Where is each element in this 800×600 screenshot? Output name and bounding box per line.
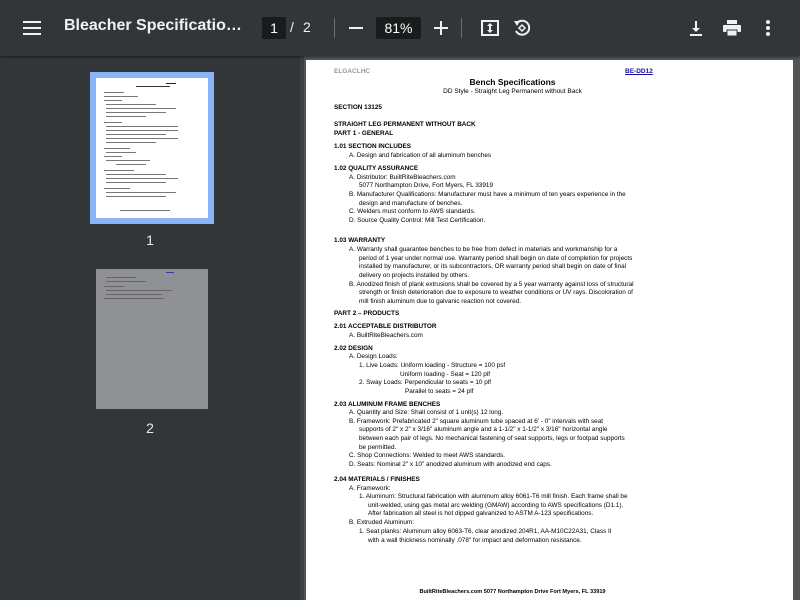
thumb-text-line [104, 122, 122, 123]
thumb-text-line [104, 286, 124, 287]
zoom-out-icon[interactable] [340, 12, 372, 44]
thumb-text-line [104, 92, 124, 93]
page-subtitle: DD Style - Straight Leg Permanent withou… [443, 88, 582, 95]
page-thumbnail-2[interactable] [96, 269, 208, 409]
toolbar-divider [334, 18, 335, 38]
body-text-line: 2. Sway Loads: Perpendicular to seats = … [359, 379, 491, 386]
thumb-text-line [104, 188, 130, 189]
thumb-text-line [104, 156, 122, 157]
thumb-text-line [106, 174, 166, 175]
body-text-line: A. Design Loads: [349, 353, 398, 360]
body-text-line: mill finish aluminum due to galvanic rea… [359, 298, 521, 305]
body-text-line: After fabrication all steel is hot dippe… [368, 510, 594, 517]
body-text-line: installed by manufacturer, or its subcon… [359, 263, 627, 270]
thumb-text-line [166, 272, 174, 273]
thumb-text-line [104, 96, 138, 97]
body-text-line: strength or finish deterioration due to … [359, 289, 633, 296]
thumb-text-line [106, 112, 166, 113]
thumb-text-line [106, 108, 176, 109]
viewer-edge [300, 56, 304, 600]
zoom-level-input[interactable]: 81% [376, 17, 421, 39]
section-heading: 1.02 QUALITY ASSURANCE [334, 165, 419, 172]
thumb-text-line [106, 277, 136, 278]
thumb-text-line [136, 86, 170, 87]
total-pages: 2 [303, 19, 311, 35]
document-title: Bleacher Specifications for... [64, 17, 249, 34]
body-text-line: 1. Aluminum: Structural fabrication with… [359, 493, 628, 500]
body-text-line: B. Manufacturer Qualifications: Manufact… [349, 191, 626, 198]
body-text-line: B. Extruded Aluminum: [349, 519, 415, 526]
thumb-text-line [106, 134, 166, 135]
pdf-toolbar: Bleacher Specifications for... 1 / 2 81% [0, 0, 800, 56]
thumb-text-line [106, 160, 150, 161]
section-heading: SECTION 13125 [334, 104, 382, 111]
thumb-text-line [106, 116, 146, 117]
thumb-text-line [104, 298, 164, 299]
page-title: Bench Specifications [469, 77, 556, 87]
section-heading: 2.01 ACCEPTABLE DISTRIBUTOR [334, 323, 437, 330]
thumb-text-line [106, 294, 162, 295]
body-text-line: D. Source Quality Control: Mill Test Cer… [349, 217, 486, 224]
print-icon[interactable] [716, 12, 748, 44]
more-vert-icon[interactable] [752, 12, 784, 44]
thumb-text-line [106, 178, 178, 179]
body-text-line: A. BuiltRiteBleachers.com [349, 332, 423, 339]
body-text-line: A. Warranty shall guarantee benches to b… [349, 246, 618, 253]
thumb-text-line [120, 210, 170, 211]
body-text-line: with a wall thickness nominally .078" fo… [368, 537, 582, 544]
page-thumbnail-label: 2 [146, 420, 154, 436]
section-heading: 2.04 MATERIALS / FINISHES [334, 476, 420, 483]
document-viewer[interactable]: ELGACLHC BE-DD12 Bench Specifications DD… [300, 56, 800, 600]
download-icon[interactable] [680, 12, 712, 44]
fit-page-icon[interactable] [474, 12, 506, 44]
page-separator: / [290, 19, 294, 35]
body-text-line: C. Shop Connections: Welded to meet AWS … [349, 452, 505, 459]
body-text-line: C. Welders must conform to AWS standards… [349, 208, 476, 215]
section-heading: PART 2 – PRODUCTS [334, 310, 400, 317]
pdf-page: ELGACLHC BE-DD12 Bench Specifications DD… [306, 60, 793, 600]
page-footer: BuiltRiteBleachers.com 5077 Northampton … [419, 589, 606, 595]
thumb-text-line [106, 192, 176, 193]
zoom-in-icon[interactable] [425, 12, 457, 44]
body-text-line: D. Seats: Nominal 2" x 10" anodized alum… [349, 461, 552, 468]
thumb-text-line [106, 290, 172, 291]
page-thumbnail-1[interactable] [90, 72, 214, 224]
thumb-text-line [104, 148, 130, 149]
body-text-line: 5077 Northampton Drive, Fort Myers, FL 3… [359, 182, 494, 189]
thumb-text-line [106, 130, 178, 131]
body-text-line: A. Design and fabrication of all aluminu… [349, 152, 492, 159]
section-heading: STRAIGHT LEG PERMANENT WITHOUT BACK [334, 121, 476, 128]
thumb-text-line [106, 104, 156, 105]
thumb-text-line [106, 196, 166, 197]
section-heading: 1.03 WARRANTY [334, 237, 386, 244]
thumb-text-line [116, 164, 146, 165]
body-text-line: supports of 2" x 2" x 3/16" aluminum ang… [359, 426, 608, 433]
thumb-text-line [104, 100, 122, 101]
body-text-line: Parallel to seats = 24 plf [405, 388, 474, 395]
toolbar-divider [461, 18, 462, 38]
section-heading: 1.01 SECTION INCLUDES [334, 143, 412, 150]
body-text-line: 1. Seat planks: Aluminum alloy 6063-T6, … [359, 528, 612, 535]
section-heading: PART 1 - GENERAL [334, 130, 394, 137]
body-text-line: delivery on projects installed by others… [359, 272, 470, 279]
menu-icon[interactable] [16, 12, 48, 44]
page-thumbnail-label: 1 [146, 232, 154, 248]
rotate-icon[interactable] [506, 12, 538, 44]
page-header-link[interactable]: BE-DD12 [625, 68, 653, 77]
thumb-text-line [106, 182, 166, 183]
body-text-line: 1. Live Loads: Uniform loading - Structu… [359, 362, 506, 369]
page-header-left: ELGACLHC [334, 68, 371, 75]
thumbnail-sidebar: 1 2 [0, 56, 300, 600]
thumb-text-line [106, 142, 156, 143]
thumb-text-line [106, 152, 136, 153]
body-text-line: between each pair of legs. No mechanical… [359, 435, 625, 442]
thumb-text-line [106, 281, 146, 282]
thumb-text-line [106, 138, 178, 139]
thumb-text-line [106, 126, 178, 127]
body-text-line: A. Quantity and Size: Shall consist of 1… [349, 409, 504, 416]
thumb-text-line [166, 83, 176, 84]
thumb-text-line [104, 170, 134, 171]
current-page-input[interactable]: 1 [262, 17, 286, 39]
